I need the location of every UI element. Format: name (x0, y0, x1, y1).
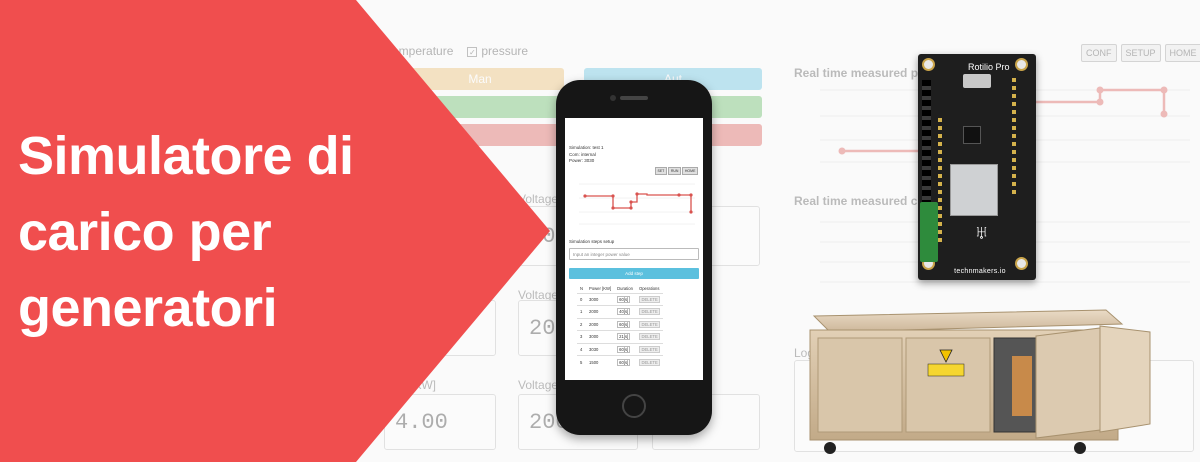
delete-button[interactable]: DELETE (638, 333, 661, 341)
conf-button[interactable]: CONF (1081, 44, 1117, 62)
banner-image: emperature ✓pressure Man Aut da CONF SET… (0, 0, 1200, 462)
cell-duration[interactable]: 60[s] (617, 358, 631, 366)
info-power: Power: 3030 (569, 158, 595, 163)
banner-title: Simulatore di carico per generatori (18, 118, 354, 346)
info-simulation: Simulation: test 1 (569, 145, 604, 150)
phone-home-button[interactable]: HOME (682, 167, 698, 175)
cell-n: 2 (577, 317, 587, 331)
table-row: 3 3000 21[s] DELETE (577, 330, 664, 343)
delete-button[interactable]: DELETE (638, 358, 661, 366)
banner-title-line-3: generatori (18, 278, 278, 338)
cell-duration[interactable]: 60[s] (617, 320, 631, 328)
board-brand: technmakers.io (954, 268, 1006, 275)
title-banner: Simulatore di carico per generatori (0, 0, 560, 462)
chip-icon (963, 126, 981, 144)
cell-power: 2000 (586, 305, 615, 318)
setup-label: Simulation steps setup (569, 239, 615, 244)
cell-duration[interactable]: 21[s] (617, 333, 631, 341)
cell-duration[interactable]: 40[s] (617, 308, 631, 316)
smartphone: Simulation: test 1 Com: internal Power: … (556, 80, 712, 435)
wifi-module-icon (950, 164, 998, 216)
table-row: 4 3030 60[s] DELETE (577, 342, 664, 356)
home-button-icon[interactable] (622, 394, 646, 418)
table-row: 5 1500 60[s] DELETE (577, 355, 664, 368)
brand-logo-icon: ♅ (974, 222, 989, 244)
cell-power: 2000 (586, 317, 615, 331)
phone-power-chart (579, 183, 695, 225)
cell-n: 3 (577, 330, 587, 343)
mount-hole-icon (1015, 58, 1028, 71)
cell-n: 5 (577, 355, 587, 368)
delete-button[interactable]: DELETE (638, 308, 661, 316)
banner-title-line-2: carico per (18, 202, 272, 262)
table-row: 2 2000 60[s] DELETE (577, 317, 664, 331)
steps-table-header: N Power [KW] Duration Operations (577, 284, 663, 293)
cell-power: 3030 (586, 342, 615, 356)
usb-port-icon (963, 74, 991, 88)
speaker-icon (620, 96, 648, 100)
col-power: Power [KW] (589, 285, 612, 291)
cell-n: 4 (577, 342, 587, 356)
delete-button[interactable]: DELETE (638, 345, 661, 353)
terminal-block-icon (920, 202, 938, 262)
table-row: 0 3000 60[s] DELETE (577, 292, 664, 306)
cell-power: 3000 (586, 292, 615, 306)
cell-n: 1 (577, 305, 587, 318)
delete-button[interactable]: DELETE (638, 320, 661, 328)
col-operations: Operations (638, 285, 660, 291)
phone-nav-buttons: SET RUN HOME (655, 167, 698, 175)
col-duration: Duration (617, 285, 633, 291)
pin-contacts-left (938, 118, 942, 242)
simulation-info: Simulation: test 1 Com: internal Power: … (569, 145, 604, 165)
rotilio-board: Rotilio Pro ♅ technmakers.io (918, 54, 1036, 280)
power-input[interactable]: Input an integer power value (569, 248, 699, 260)
phone-screen: Simulation: test 1 Com: internal Power: … (565, 118, 703, 380)
load-bank-cabinet (809, 309, 1151, 454)
cell-duration[interactable]: 60[s] (617, 295, 631, 303)
setup-button[interactable]: SETUP (1120, 44, 1161, 62)
add-step-button[interactable]: Add step (569, 268, 699, 279)
cell-power: 3000 (586, 330, 615, 343)
home-button[interactable]: HOME (1164, 44, 1200, 62)
phone-run-button[interactable]: RUN (668, 167, 681, 175)
cell-power: 1500 (586, 355, 615, 368)
pin-contacts-right (1012, 78, 1016, 198)
phone-set-button[interactable]: SET (655, 167, 667, 175)
board-name: Rotilio Pro (968, 62, 1010, 72)
steps-table: N Power [KW] Duration Operations 0 3000 … (577, 284, 664, 368)
cell-duration[interactable]: 60[s] (617, 345, 631, 353)
mount-hole-icon (922, 58, 935, 71)
nav-buttons: CONF SETUP HOME (1081, 44, 1200, 62)
delete-button[interactable]: DELETE (638, 295, 661, 303)
cell-n: 0 (577, 292, 587, 306)
banner-title-line-1: Simulatore di (18, 126, 354, 186)
camera-icon (610, 95, 616, 101)
table-row: 1 2000 40[s] DELETE (577, 305, 664, 318)
col-n: N (580, 285, 584, 291)
